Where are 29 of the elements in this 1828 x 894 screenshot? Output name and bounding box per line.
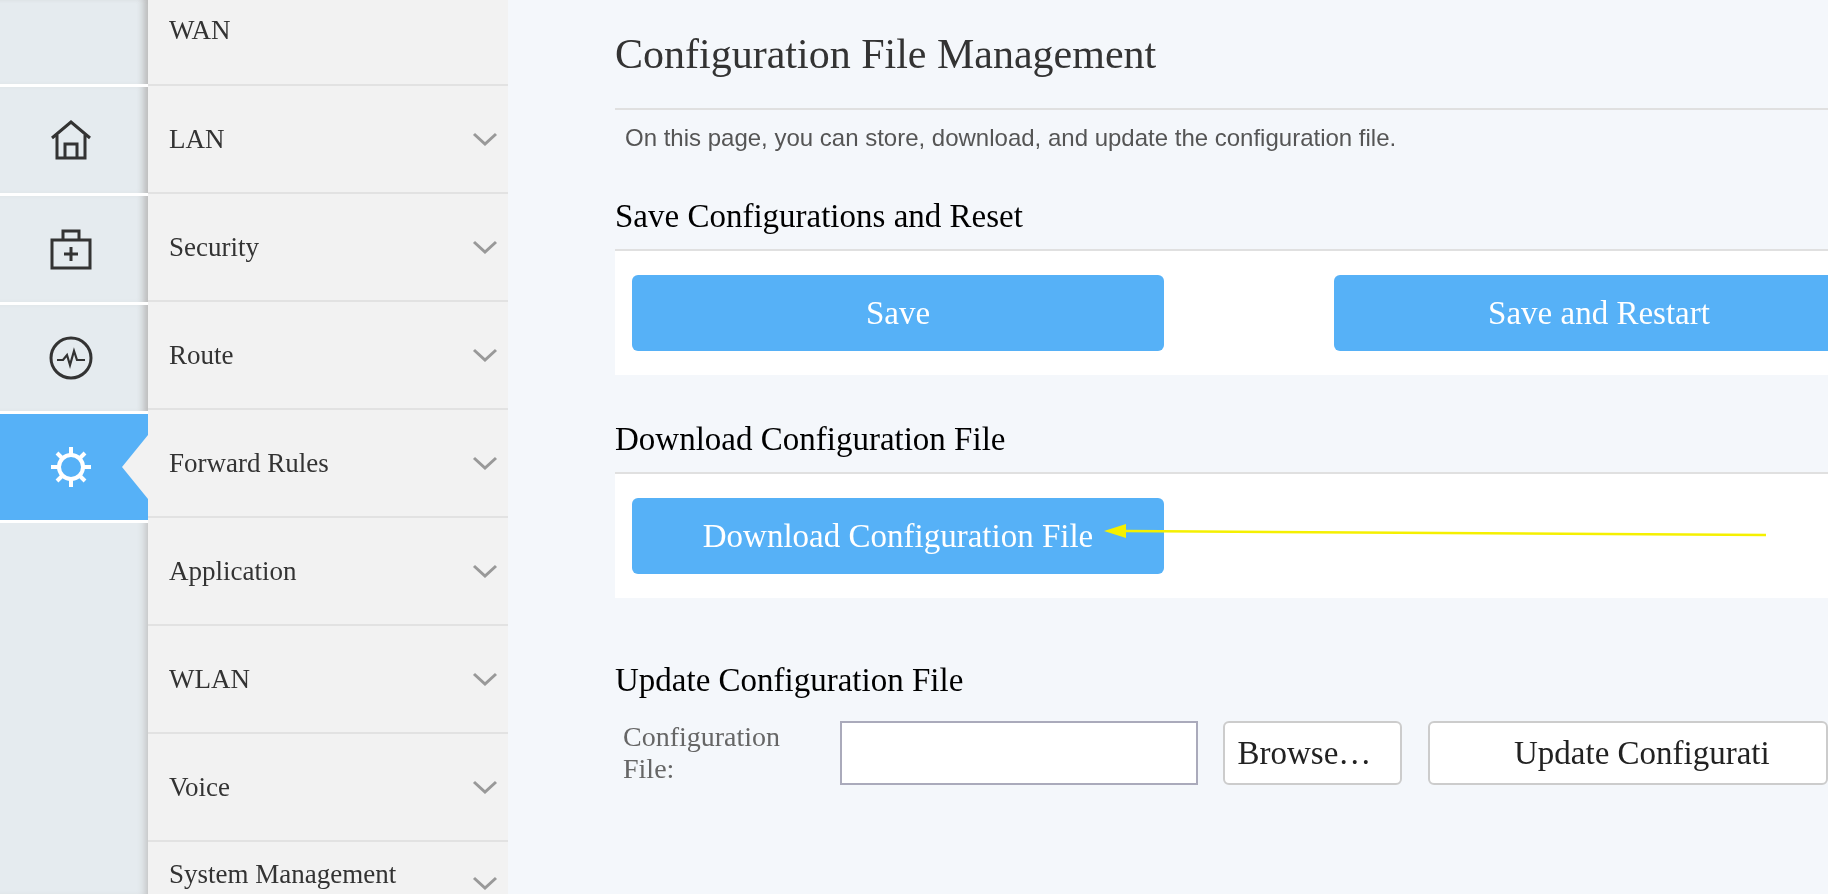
- menu-item[interactable]: Security: [148, 192, 508, 300]
- menu-label: System Management: [169, 859, 397, 890]
- menu-label: Route: [169, 339, 234, 371]
- menu-item[interactable]: Application: [148, 516, 508, 624]
- update-button[interactable]: Update Configurati: [1428, 721, 1828, 786]
- menu-label: Forward Rules: [169, 447, 329, 479]
- menu-item[interactable]: LAN: [148, 84, 508, 192]
- menu-item[interactable]: WLAN: [148, 624, 508, 732]
- menu-item[interactable]: Route: [148, 300, 508, 408]
- menu-item[interactable]: Voice: [148, 732, 508, 840]
- field-label: Configuration File:: [623, 721, 782, 786]
- page-title: Configuration File Management: [615, 30, 1828, 110]
- page-description: On this page, you can store, download, and update the configuration file.: [625, 124, 1398, 152]
- menu-label: LAN: [169, 123, 225, 155]
- home-icon: [49, 118, 93, 162]
- menu-item[interactable]: Forward Rules: [148, 408, 508, 516]
- menu-label: Application: [169, 555, 297, 587]
- menu-label: WLAN: [169, 663, 250, 695]
- browse-button[interactable]: Browse…: [1223, 721, 1402, 786]
- menu-item[interactable]: WAN: [148, 0, 508, 84]
- file-path-field[interactable]: [840, 721, 1199, 786]
- menu-label: Security: [169, 231, 259, 263]
- settings-icon: [48, 444, 94, 490]
- section-heading: Update Configuration File: [615, 662, 965, 699]
- menu-label: WAN: [169, 14, 231, 46]
- menu-label: Voice: [169, 771, 230, 803]
- toolbox-icon: [49, 227, 93, 271]
- menu-item[interactable]: System Management: [148, 840, 508, 890]
- pulse-icon: [48, 335, 94, 381]
